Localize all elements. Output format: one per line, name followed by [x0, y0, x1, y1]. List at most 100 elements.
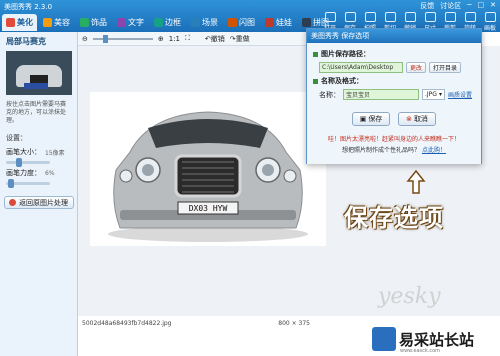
save-label: 保存 [368, 115, 383, 123]
minimize-button[interactable]: ─ [467, 1, 471, 11]
path-section: 图片保存路径： [313, 49, 475, 59]
tab-label: 娃娃 [276, 18, 292, 27]
dialog-actions: ▣ 保存 ⊗ 取消 [313, 112, 475, 126]
format-value: .JPG [425, 91, 437, 98]
cancel-label: 取消 [413, 115, 428, 123]
brand-name: 易采站长站 [399, 330, 475, 349]
open-directory-button[interactable]: 打开目录 [429, 62, 462, 73]
path-label: 图片保存路径： [321, 50, 370, 58]
gift-note: 想把照片制作成个性礼品吗？ 点此购！ [313, 145, 475, 154]
thumbnail-preview [6, 51, 72, 95]
tab-4[interactable]: 边框 [150, 14, 185, 31]
brush-size-knob[interactable] [16, 158, 22, 167]
redo-label: 重做 [235, 34, 250, 43]
tool-icon [424, 12, 436, 22]
tab-icon [265, 18, 274, 27]
tab-icon [302, 18, 311, 27]
undo-button[interactable]: ↶撤销 [205, 34, 225, 44]
brush-strength-value: 6% [45, 169, 55, 177]
gift-link[interactable]: 点此购！ [422, 147, 446, 154]
filename-input[interactable]: 宝贝宝贝 [343, 89, 419, 100]
quality-settings-link[interactable]: 画质设置 [448, 90, 472, 99]
zoom-knob[interactable] [102, 34, 108, 43]
app-title: 美图秀秀 2.3.0 [4, 3, 53, 11]
annotation-arrow-icon [406, 170, 426, 194]
forum-link[interactable]: 讨论区 [440, 1, 461, 11]
zoom-in-icon[interactable]: ⊕ [158, 35, 164, 43]
save-options-dialog: 美图秀秀 保存选项 图片保存路径： C:\Users\Adam\Desktop … [306, 28, 482, 164]
redo-button[interactable]: ↷重做 [230, 34, 250, 44]
zoom-toolbar: ⊖ ⊕ 1:1 ⛶ ↶撤销 ↷重做 [78, 32, 308, 46]
maximize-button[interactable]: □ [478, 1, 485, 11]
tab-label: 闪图 [239, 18, 255, 27]
chevron-down-icon: ▾ [438, 91, 442, 98]
brush-strength-row: 画笔力度： 6% [0, 166, 77, 180]
tool-icon [444, 12, 456, 22]
tab-icon [228, 18, 237, 27]
zoom-out-icon[interactable]: ⊖ [82, 35, 88, 43]
tab-label: 美化 [17, 18, 33, 27]
revert-icon [9, 199, 16, 206]
feedback-link[interactable]: 反馈 [420, 1, 434, 11]
gift-note-text: 想把照片制作成个性礼品吗？ [342, 147, 421, 154]
path-input[interactable]: C:\Users\Adam\Desktop [319, 62, 403, 73]
save-button[interactable]: ▣ 保存 [352, 112, 390, 126]
tab-icon [154, 18, 163, 27]
tab-5[interactable]: 场景 [187, 14, 222, 31]
share-note: 哇！图片太漂亮啦！赶紧叫身边的人来瞧瞧一下！ [327, 136, 460, 143]
tab-0[interactable]: 美化 [2, 14, 37, 31]
path-row: C:\Users\Adam\Desktop 更改 打开目录 [319, 62, 475, 73]
tab-3[interactable]: 文字 [113, 14, 148, 31]
zoom-slider[interactable] [92, 34, 153, 43]
tool-button-8[interactable]: 画板 [482, 12, 498, 32]
close-button[interactable]: ✕ [490, 1, 496, 11]
tool-icon [364, 12, 376, 22]
photo-canvas[interactable]: DX03 HYW [90, 92, 326, 246]
save-icon: ▣ [359, 115, 367, 123]
mosaic-area [24, 83, 48, 89]
tab-7[interactable]: 娃娃 [261, 14, 296, 31]
tool-icon [464, 12, 476, 22]
tool-label: 画板 [483, 25, 496, 32]
bullet-icon [313, 51, 318, 57]
brand-logo-icon [372, 327, 396, 351]
change-path-button[interactable]: 更改 [406, 62, 427, 73]
window-controls: 反馈 讨论区 ─ □ ✕ [420, 1, 496, 11]
tab-icon [117, 18, 126, 27]
undo-label: 撤销 [210, 34, 225, 43]
tab-icon [80, 18, 89, 27]
brush-size-slider[interactable] [6, 158, 50, 167]
watermark: yesky [378, 284, 441, 309]
brush-strength-label: 画笔力度： [6, 169, 41, 177]
tool-icon [324, 12, 336, 22]
revert-button[interactable]: 返回原图片处理 [4, 196, 74, 209]
tab-label: 饰品 [91, 18, 107, 27]
brush-strength-knob[interactable] [8, 179, 14, 188]
tab-label: 边框 [165, 18, 181, 27]
fit-icon[interactable]: ⛶ [185, 34, 190, 43]
tab-2[interactable]: 饰品 [76, 14, 111, 31]
revert-label: 返回原图片处理 [19, 198, 68, 207]
ratio-button[interactable]: 1:1 [169, 35, 180, 43]
tab-label: 场景 [202, 18, 218, 27]
format-select[interactable]: .JPG ▾ [422, 89, 445, 100]
dialog-title: 美图秀秀 保存选项 [307, 29, 481, 43]
license-plate: DX03 HYW [189, 204, 228, 213]
cancel-button[interactable]: ⊗ 取消 [398, 112, 436, 126]
dialog-body: 图片保存路径： C:\Users\Adam\Desktop 更改 打开目录 名称… [307, 43, 481, 164]
tab-label: 文字 [128, 18, 144, 27]
tab-icon [43, 18, 52, 27]
brush-size-value: 15像素 [45, 149, 65, 157]
tool-icon [404, 12, 416, 22]
cancel-icon: ⊗ [406, 115, 412, 123]
tab-6[interactable]: 闪图 [224, 14, 259, 31]
tab-1[interactable]: 美容 [39, 14, 74, 31]
tool-icon [484, 12, 496, 22]
brush-size-row: 画笔大小： 15像素 [0, 145, 77, 159]
tab-icon [191, 18, 200, 27]
brush-strength-slider[interactable] [6, 179, 50, 188]
name-format-label: 名称及格式： [321, 77, 363, 85]
thumbnail-grille [30, 75, 48, 83]
panel-description: 按住点击图片需要马赛克的地方，可以涂抹处理。 [6, 101, 67, 124]
tab-icon [6, 18, 15, 27]
